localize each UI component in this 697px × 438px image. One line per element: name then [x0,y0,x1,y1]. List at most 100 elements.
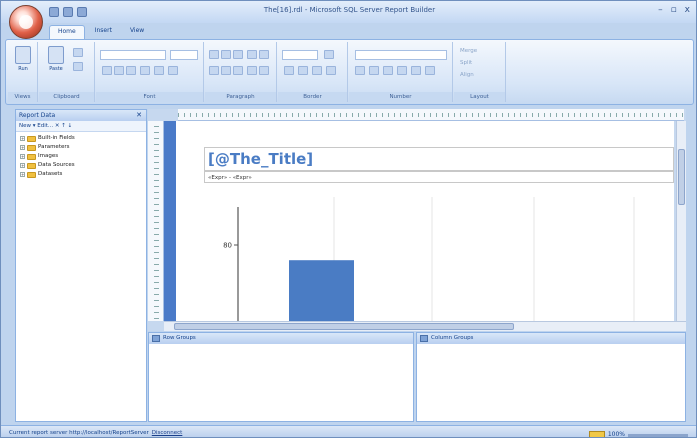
application-logo-icon [19,15,33,29]
tab-insert[interactable]: Insert [87,25,120,39]
group-clipboard: Paste Clipboard [39,42,95,102]
underline-icon[interactable] [126,66,136,75]
align-middle-icon[interactable] [221,50,231,59]
group-label: Views [8,92,37,102]
row-groups-title: Row Groups [163,335,196,341]
outdent-icon[interactable] [259,50,269,59]
tree-item-built-in-fields[interactable]: + Built-in Fields [20,134,146,143]
shrink-font-icon[interactable] [168,66,178,75]
increase-decimal-icon[interactable] [397,66,407,75]
align-top-icon[interactable] [209,50,219,59]
close-button[interactable]: x [685,5,690,15]
tab-home[interactable]: Home [49,25,85,39]
font-name-combo[interactable] [100,50,166,60]
maximize-button[interactable]: ▫ [671,5,677,15]
placeholder-styles-icon[interactable] [425,66,435,75]
report-data-header: Report Data ✕ [16,110,146,121]
bullets-icon[interactable] [247,66,257,75]
decrease-decimal-icon[interactable] [411,66,421,75]
expand-icon[interactable]: + [20,145,25,150]
report-body-margin [164,121,176,321]
fill-color-icon[interactable] [312,66,322,75]
design-surface: [@The_Title] «Expr» - «Expr» 80 [148,109,686,331]
group-label: Number [349,92,452,102]
report-data-toolbar[interactable]: New ▾ Edit... ✕ ↑ ↓ [16,121,146,132]
border-width-combo[interactable] [282,50,318,60]
group-font: Font [96,42,204,102]
font-size-combo[interactable] [170,50,198,60]
indent-icon[interactable] [247,50,257,59]
tree-item-label: Images [38,153,59,159]
split-cells-button[interactable]: Split [460,60,472,66]
paste-button[interactable]: Paste [45,46,67,84]
number-format-combo[interactable] [355,50,447,60]
grow-font-icon[interactable] [154,66,164,75]
currency-icon[interactable] [355,66,365,75]
window-title: The[16].rdl - Microsoft SQL Server Repor… [263,6,436,14]
expand-icon[interactable]: + [20,154,25,159]
application-button[interactable] [9,5,43,39]
folder-icon [27,144,36,151]
font-color-icon[interactable] [140,66,150,75]
run-label: Run [18,66,28,72]
italic-icon[interactable] [114,66,124,75]
tab-view[interactable]: View [122,25,152,39]
expand-icon[interactable]: + [20,136,25,141]
vertical-scrollbar[interactable] [676,121,686,321]
minimize-button[interactable]: – [658,5,663,15]
run-button[interactable]: Run [12,46,34,84]
folder-icon [27,162,36,169]
cut-icon[interactable] [73,48,83,57]
column-groups-header: Column Groups [417,333,685,344]
tree-item-data-sources[interactable]: + Data Sources [20,161,146,170]
tree-item-parameters[interactable]: + Parameters [20,143,146,152]
merge-cells-button[interactable]: Merge [460,48,477,54]
bold-icon[interactable] [102,66,112,75]
align-bottom-icon[interactable] [233,50,243,59]
scroll-thumb[interactable] [174,323,514,330]
close-pane-button[interactable]: ✕ [136,110,142,121]
group-number: Number [349,42,453,102]
scroll-thumb[interactable] [678,149,685,205]
align-center-icon[interactable] [221,66,231,75]
border-color-icon[interactable] [324,50,334,59]
column-groups-title: Column Groups [431,335,474,341]
chart-bar[interactable] [289,260,354,321]
title-textbox[interactable]: [@The_Title] [204,147,674,171]
group-paragraph: Paragraph [205,42,277,102]
percent-icon[interactable] [369,66,379,75]
border-apply-icon[interactable] [326,66,336,75]
tree-item-datasets[interactable]: + Datasets [20,170,146,179]
expression-textbox[interactable]: «Expr» - «Expr» [204,171,674,183]
horizontal-scrollbar[interactable] [164,321,686,331]
borders-icon[interactable] [298,66,308,75]
group-label: Font [96,92,203,102]
report-builder-window: The[16].rdl - Microsoft SQL Server Repor… [0,0,697,438]
title-bar: The[16].rdl - Microsoft SQL Server Repor… [1,1,696,23]
folder-icon [27,135,36,142]
border-style-icon[interactable] [284,66,294,75]
align-button[interactable]: Align [460,72,474,78]
zoom-icon[interactable] [588,430,605,437]
disconnect-link[interactable]: Disconnect [152,430,183,436]
expand-icon[interactable]: + [20,172,25,177]
expand-icon[interactable]: + [20,163,25,168]
folder-icon [27,153,36,160]
tree-item-label: Data Sources [38,162,75,168]
column-groups-icon [420,335,428,342]
chart-y-tick-label: 80 [223,242,232,250]
copy-icon[interactable] [73,62,83,71]
align-left-icon[interactable] [209,66,219,75]
tree-item-images[interactable]: + Images [20,152,146,161]
align-right-icon[interactable] [233,66,243,75]
report-data-pane: Report Data ✕ New ▾ Edit... ✕ ↑ ↓ + Built… [15,109,147,422]
report-body[interactable]: [@The_Title] «Expr» - «Expr» 80 [176,121,674,321]
zoom-level[interactable]: 100% [608,428,625,437]
zoom-slider[interactable] [628,433,688,437]
grouping-pane: Row Groups Column Groups [148,332,686,422]
chart[interactable]: 80 [204,197,674,321]
run-icon [15,46,31,64]
ribbon: Run Views Paste Clipboard Font Paragraph… [5,39,694,105]
numbering-icon[interactable] [259,66,269,75]
comma-icon[interactable] [383,66,393,75]
